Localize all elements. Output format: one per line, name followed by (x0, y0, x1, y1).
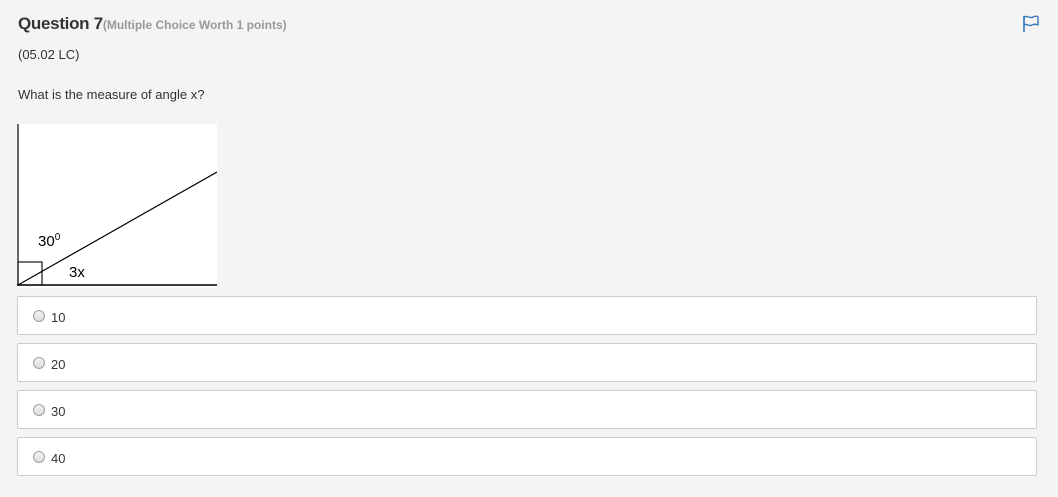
question-header: Question 7(Multiple Choice Worth 1 point… (18, 14, 287, 34)
answer-option-3[interactable]: 30 (17, 390, 1037, 429)
question-title: Question 7 (18, 14, 103, 33)
radio-button[interactable] (33, 451, 45, 463)
question-prompt: What is the measure of angle x? (18, 87, 205, 102)
answer-label: 10 (51, 310, 66, 325)
question-type-info: (Multiple Choice Worth 1 points) (102, 18, 287, 32)
answer-label: 40 (51, 451, 66, 466)
answer-label: 20 (51, 357, 66, 372)
angle-figure: 300 3x (17, 124, 217, 288)
answer-label: 30 (51, 404, 66, 419)
answer-option-2[interactable]: 20 (17, 343, 1037, 382)
answer-option-1[interactable]: 10 (17, 296, 1037, 335)
radio-button[interactable] (33, 357, 45, 369)
angle-label-3x: 3x (69, 264, 85, 281)
answer-option-4[interactable]: 40 (17, 437, 1037, 476)
diagonal-ray (17, 171, 217, 286)
radio-button[interactable] (33, 310, 45, 322)
flag-icon[interactable] (1021, 14, 1041, 34)
question-code: (05.02 LC) (18, 47, 80, 62)
radio-button[interactable] (33, 404, 45, 416)
angle-label-30: 300 (38, 232, 61, 250)
